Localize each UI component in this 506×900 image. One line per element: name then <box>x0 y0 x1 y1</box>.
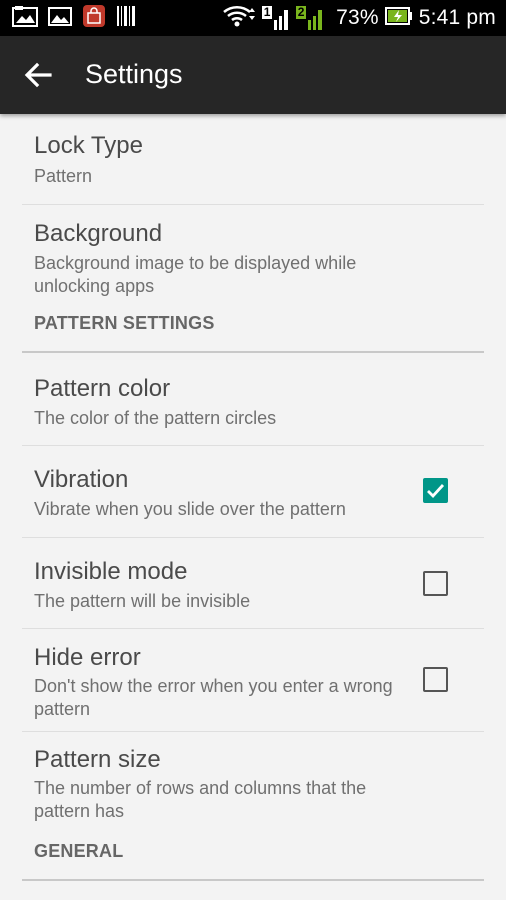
pref-title: Vibration <box>34 466 129 493</box>
pref-summary: Background image to be displayed while u… <box>34 253 357 296</box>
category-pattern-settings: PATTERN SETTINGS <box>22 308 484 353</box>
pref-title: Background <box>34 220 163 247</box>
pref-hide-error[interactable]: Hide error Don't show the error when you… <box>22 629 484 732</box>
pref-title: Pattern size <box>34 746 161 773</box>
invisible-mode-checkbox[interactable] <box>423 571 448 596</box>
pref-summary: The pattern will be invisible <box>34 591 251 611</box>
vibration-checkbox[interactable] <box>423 478 448 503</box>
app-toolbar: Settings <box>0 36 506 114</box>
pref-summary: Vibrate when you slide over the pattern <box>34 499 346 519</box>
pref-vibration[interactable]: Vibration Vibrate when you slide over th… <box>22 446 484 538</box>
sim1-signal-icon: 1 <box>262 5 290 30</box>
pref-background[interactable]: Background Background image to be displa… <box>22 205 484 308</box>
shopping-bag-icon <box>82 4 106 33</box>
battery-percent: 73% <box>336 6 379 29</box>
pref-summary: Pattern <box>34 166 93 186</box>
pref-pattern-color[interactable]: Pattern color The color of the pattern c… <box>22 353 484 446</box>
sim1-label: 1 <box>263 5 271 19</box>
battery-charging-icon <box>384 5 413 32</box>
pref-invisible-mode[interactable]: Invisible mode The pattern will be invis… <box>22 538 484 629</box>
clock: 5:41 pm <box>418 6 496 29</box>
category-label: PATTERN SETTINGS <box>34 313 215 333</box>
pref-pattern-size[interactable]: Pattern size The number of rows and colu… <box>22 732 484 835</box>
pref-title: Lock Type <box>34 132 143 159</box>
system-icons: 1 2 73% 5:41 pm <box>222 5 496 31</box>
category-label: GENERAL <box>34 841 124 861</box>
hide-error-checkbox[interactable] <box>423 667 448 692</box>
barcode-icon <box>116 5 136 32</box>
category-general: GENERAL <box>22 835 484 881</box>
sim2-label: 2 <box>297 5 305 19</box>
pref-lock-type[interactable]: Lock Type Pattern <box>22 114 484 205</box>
notification-icons <box>12 4 136 32</box>
pref-summary: The number of rows and columns that the … <box>34 778 367 821</box>
pref-summary: The color of the pattern circles <box>34 408 277 428</box>
checkmark-icon <box>427 484 445 499</box>
pref-title: Pattern color <box>34 375 171 402</box>
pref-summary: Don't show the error when you enter a wr… <box>34 676 393 719</box>
back-button[interactable] <box>22 60 56 90</box>
sim2-signal-icon: 2 <box>296 5 324 30</box>
pref-title: Hide error <box>34 644 141 671</box>
arrow-back-icon <box>24 62 52 88</box>
settings-list: Lock Type Pattern Background Background … <box>0 114 506 881</box>
status-bar: 1 2 73% 5:41 pm <box>0 0 506 36</box>
pref-title: Invisible mode <box>34 558 188 585</box>
page-title: Settings <box>85 59 183 89</box>
wifi-icon <box>222 4 256 33</box>
image-notification-icon <box>48 5 72 32</box>
photo-notification-icon <box>12 5 38 32</box>
